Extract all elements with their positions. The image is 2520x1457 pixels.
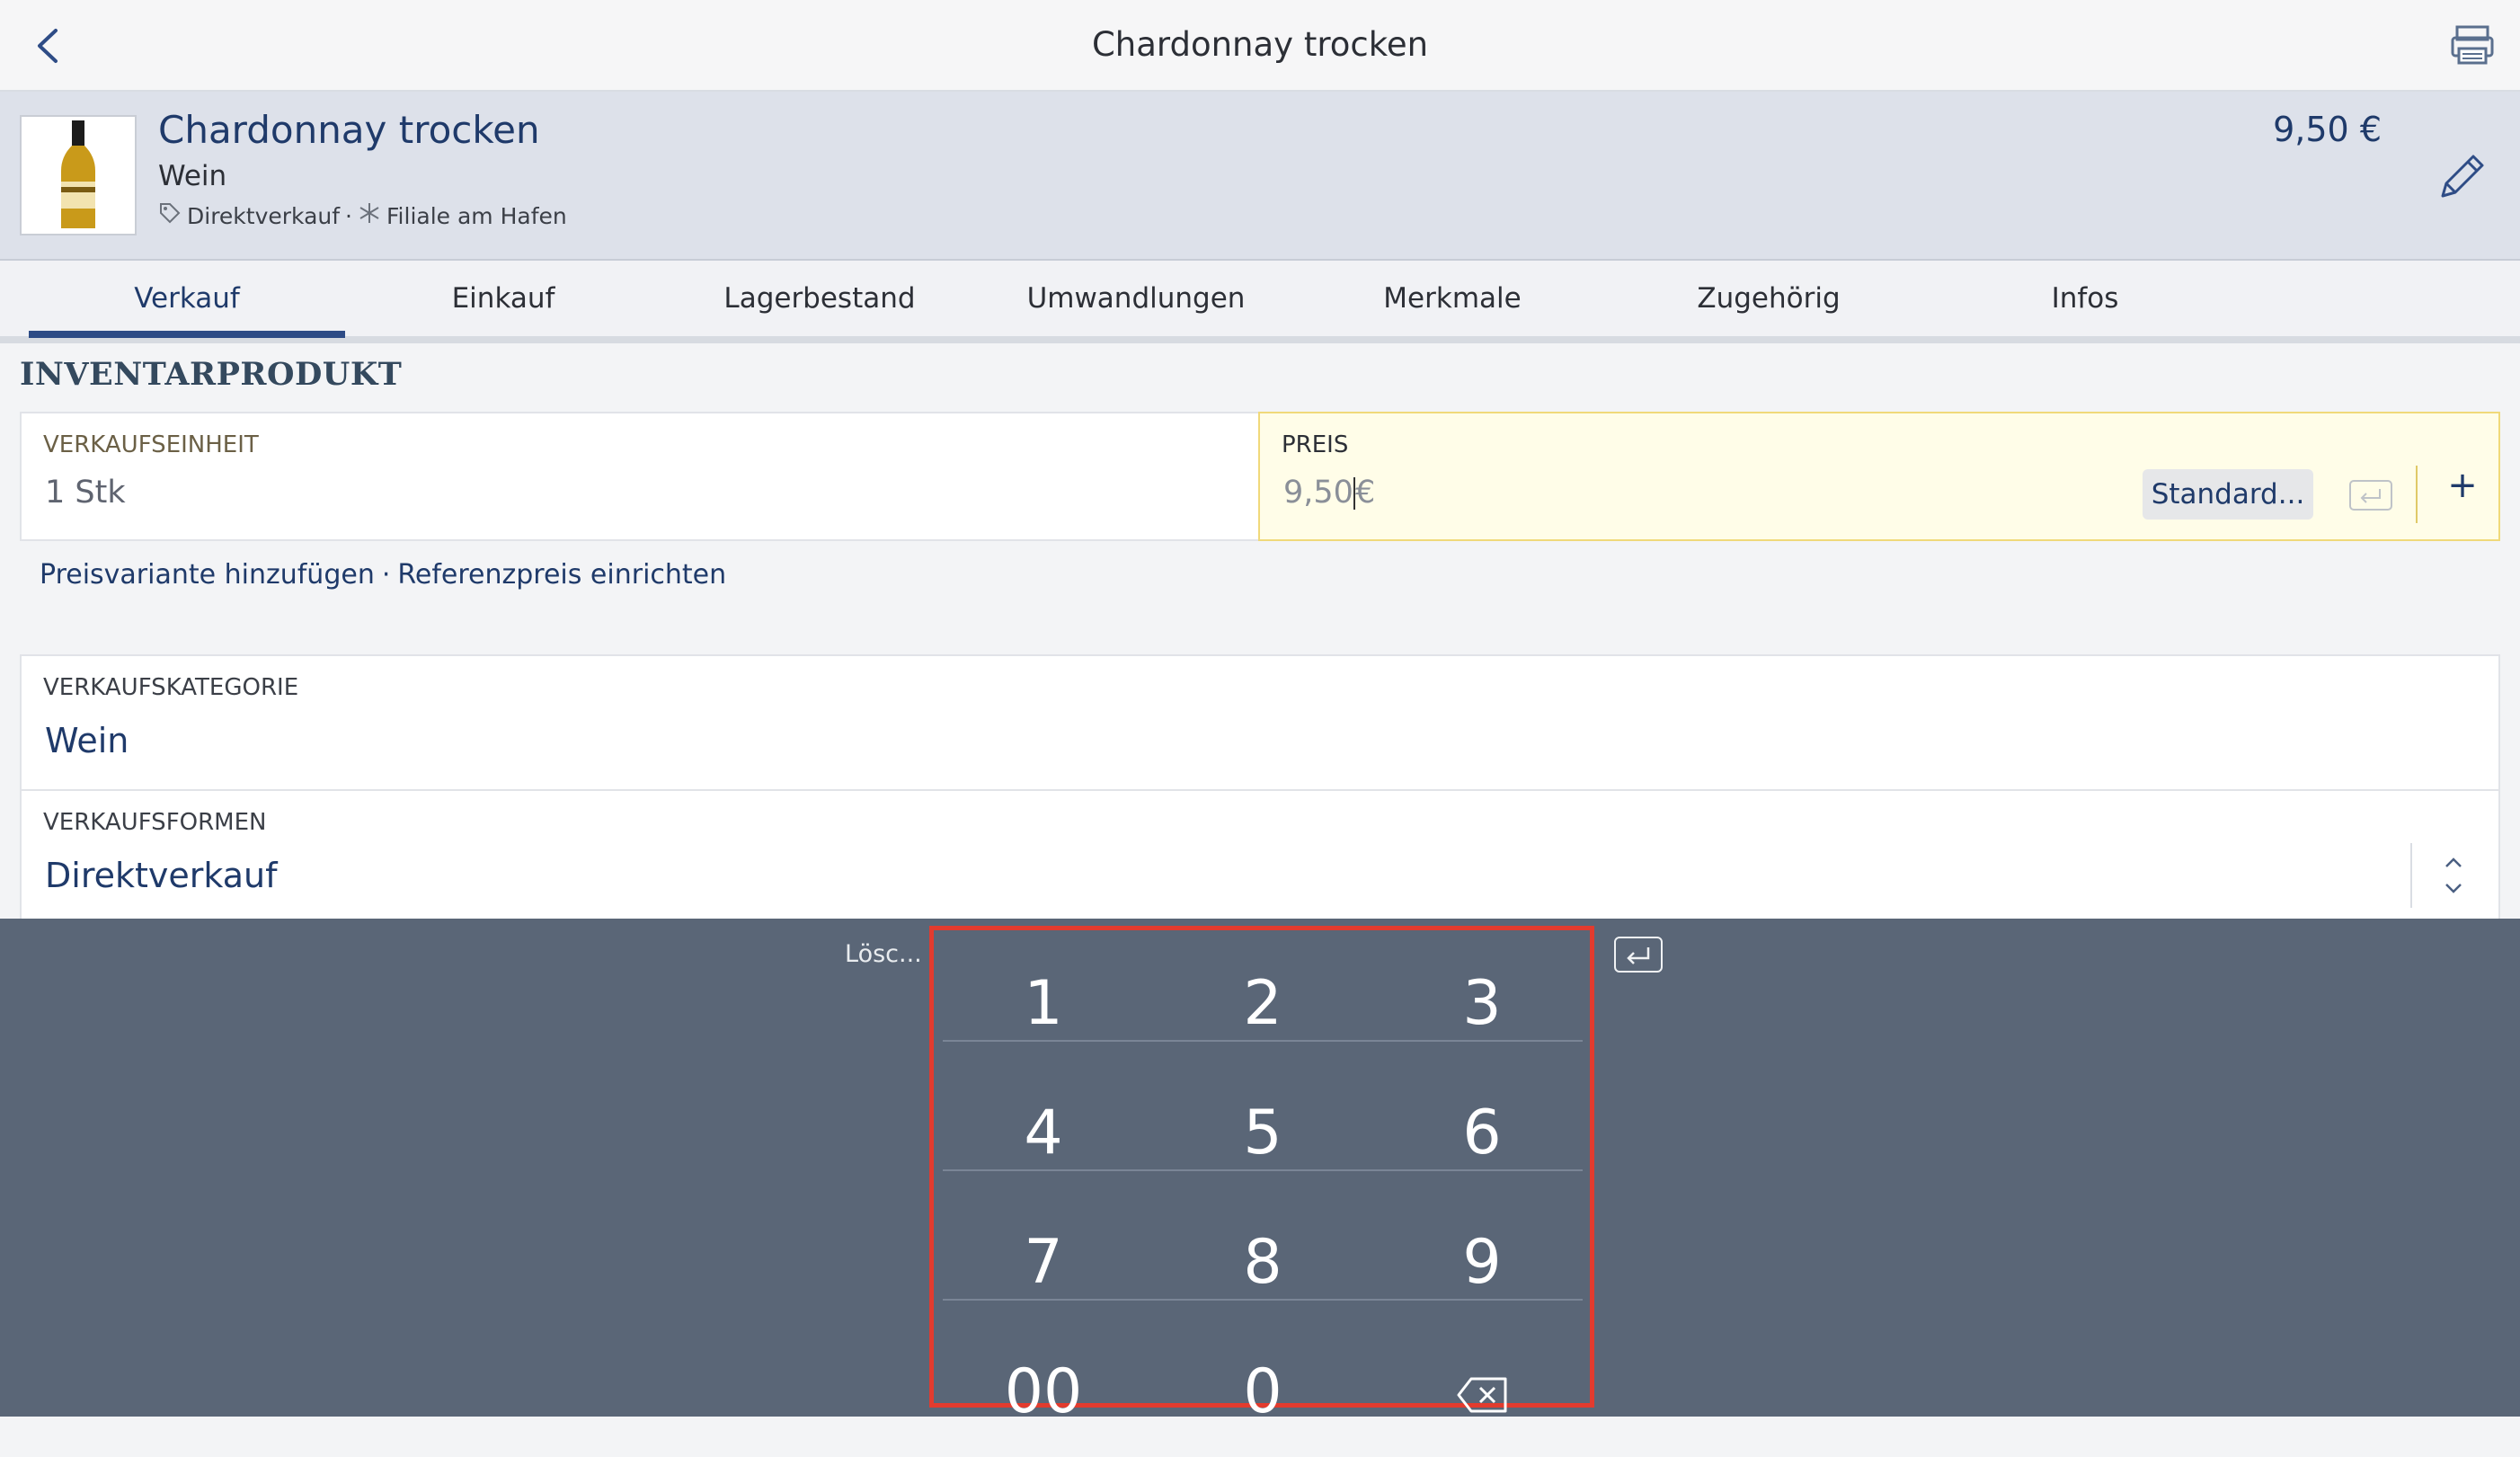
reference-price-link[interactable]: Referenzpreis einrichten: [397, 559, 726, 591]
tab-merkmale[interactable]: Merkmale: [1294, 282, 1610, 315]
sales-category-field[interactable]: VERKAUFSKATEGORIE Wein: [20, 654, 2500, 791]
meta-separator: ·: [345, 202, 352, 229]
tab-zugehoerig[interactable]: Zugehörig: [1610, 282, 1927, 315]
sales-forms-label: VERKAUFSFORMEN: [43, 809, 267, 836]
sales-category-label: VERKAUFSKATEGORIE: [43, 674, 299, 701]
sales-category-value: Wein: [45, 721, 129, 760]
backspace-icon[interactable]: [1372, 1328, 1592, 1457]
tag-icon: [158, 201, 182, 230]
key-4[interactable]: 4: [934, 1069, 1153, 1198]
pencil-icon[interactable]: [2436, 149, 2486, 203]
product-price: 9,50 €: [2273, 110, 2382, 149]
standard-button[interactable]: Standard...: [2143, 469, 2313, 520]
active-tab-indicator: [29, 331, 345, 338]
tab-umwandlungen[interactable]: Umwandlungen: [978, 282, 1294, 315]
key-7[interactable]: 7: [934, 1198, 1153, 1328]
clear-button[interactable]: Lösc...: [845, 940, 922, 968]
key-2[interactable]: 2: [1153, 939, 1372, 1069]
return-icon[interactable]: [2349, 480, 2392, 511]
key-0[interactable]: 0: [1153, 1328, 1372, 1457]
key-divider: [943, 1299, 1583, 1301]
sales-unit-value: 1 Stk: [45, 475, 126, 511]
field-divider: [2416, 466, 2418, 523]
location-label: Filiale am Hafen: [386, 202, 567, 229]
tab-bar: Verkauf Einkauf Lagerbestand Umwandlunge…: [0, 261, 2520, 343]
sales-unit-label: VERKAUFSEINHEIT: [43, 431, 259, 458]
product-name: Chardonnay trocken: [158, 108, 540, 152]
key-1[interactable]: 1: [934, 939, 1153, 1069]
section-title: INVENTARPRODUKT: [20, 356, 403, 393]
key-9[interactable]: 9: [1372, 1198, 1592, 1328]
links-separator: ·: [381, 559, 391, 591]
printer-icon[interactable]: [2450, 25, 2495, 67]
sales-forms-field[interactable]: VERKAUFSFORMEN Direktverkauf: [20, 789, 2500, 924]
chevron-up-down-icon[interactable]: [2437, 850, 2470, 901]
price-input[interactable]: 9,50€: [1283, 475, 1375, 511]
keyboard-return-icon[interactable]: [1614, 937, 1663, 973]
sales-unit-field[interactable]: VERKAUFSEINHEIT 1 Stk: [20, 412, 1260, 541]
stepper-divider: [2410, 843, 2412, 908]
key-8[interactable]: 8: [1153, 1198, 1372, 1328]
number-pad: 1 2 3 4 5 6 7 8 9 00 0: [929, 926, 1594, 1427]
snowflake-icon: [358, 201, 381, 230]
tab-lagerbestand[interactable]: Lagerbestand: [661, 282, 978, 315]
key-5[interactable]: 5: [1153, 1069, 1372, 1198]
add-price-button[interactable]: +: [2445, 467, 2480, 503]
price-links: Preisvariante hinzufügen · Referenzpreis…: [40, 559, 726, 591]
product-image: [20, 115, 137, 235]
key-6[interactable]: 6: [1372, 1069, 1592, 1198]
price-currency: €: [1354, 475, 1376, 511]
key-00[interactable]: 00: [934, 1328, 1153, 1457]
price-label: PREIS: [1282, 431, 1349, 458]
channel-label: Direktverkauf: [187, 202, 341, 229]
key-3[interactable]: 3: [1372, 939, 1592, 1069]
price-field[interactable]: PREIS 9,50€ Standard... +: [1258, 412, 2500, 541]
tab-verkauf[interactable]: Verkauf: [29, 282, 345, 315]
tab-einkauf[interactable]: Einkauf: [345, 282, 661, 315]
product-meta: Direktverkauf · Filiale am Hafen: [158, 201, 567, 230]
page-title: Chardonnay trocken: [1091, 25, 1429, 64]
price-value: 9,50: [1283, 475, 1353, 511]
key-divider: [943, 1040, 1583, 1042]
key-divider: [943, 1169, 1583, 1171]
sales-forms-value: Direktverkauf: [45, 856, 278, 895]
tab-infos[interactable]: Infos: [1927, 282, 2243, 315]
product-category: Wein: [158, 160, 227, 192]
add-price-variant-link[interactable]: Preisvariante hinzufügen: [40, 559, 375, 591]
